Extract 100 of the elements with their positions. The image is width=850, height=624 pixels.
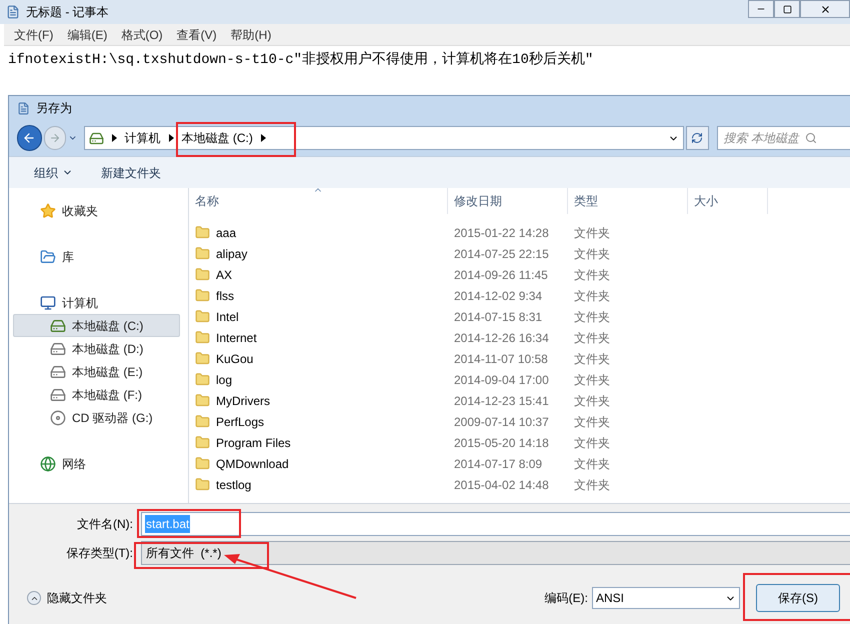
dialog-title: 另存为 [36, 100, 72, 117]
disc-icon [50, 410, 66, 426]
table-cell-text: 文件夹 [573, 392, 611, 410]
file-name[interactable]: log [216, 370, 232, 388]
field-label: 文件名(N): [76, 516, 133, 532]
menu-item[interactable]: 格式(O) [121, 26, 163, 44]
folder-icon [195, 246, 210, 261]
sidebar-item[interactable]: 本地磁盘 (E:) [13, 360, 180, 383]
search-field[interactable]: 搜索 本地磁盘 [716, 126, 850, 150]
drive-icon [50, 318, 66, 334]
refresh-icon [691, 132, 704, 144]
menu-item[interactable]: 查看(V) [176, 26, 217, 44]
folder-icon [195, 414, 210, 429]
file-name[interactable]: KuGou [216, 350, 254, 368]
table-cell-text: 2014-09-26 11:45 [453, 266, 549, 284]
back-button[interactable] [17, 125, 42, 151]
encoding-dropdown[interactable]: ANSI [592, 587, 740, 609]
column-header[interactable]: 类型 [568, 188, 688, 214]
chevron-icon [112, 134, 116, 142]
table-cell-text: 2015-01-22 14:28 [453, 224, 550, 242]
table-cell-text: 文件夹 [573, 266, 611, 284]
file-name[interactable]: PerfLogs [216, 412, 264, 430]
file-name[interactable]: aaa [216, 224, 236, 242]
column-header[interactable]: 名称 [189, 188, 448, 214]
sidebar-item[interactable]: 本地磁盘 (D:) [13, 337, 180, 360]
drive-icon [50, 386, 66, 402]
field-label: 保存类型(T): [65, 544, 133, 562]
collapse-icon [27, 591, 41, 605]
library-icon [40, 248, 56, 264]
folder-icon [195, 351, 210, 366]
file-name[interactable]: Internet [216, 328, 257, 346]
table-cell-text: 文件夹 [573, 456, 611, 472]
file-name[interactable]: QMDownload [216, 454, 289, 472]
menu-item[interactable]: 编辑(E) [67, 26, 108, 44]
folder-icon [195, 477, 210, 492]
notepad-icon [17, 102, 30, 114]
table-cell-text: 2014-11-07 10:58 [453, 350, 549, 368]
sidebar-item[interactable]: 网络 [13, 452, 180, 475]
file-name[interactable]: flss [216, 286, 234, 304]
folder-icon [195, 288, 210, 303]
menu-item[interactable]: 帮助(H) [230, 26, 272, 44]
table-cell-text: 文件夹 [573, 434, 611, 452]
new-folder-button[interactable]: 新建文件夹 [101, 164, 161, 182]
table-cell-text: 文件夹 [573, 414, 611, 430]
chevron-icon [168, 134, 174, 142]
table-cell-text: 2014-09-04 17:00 [453, 372, 550, 388]
table-cell-text: 文件夹 [573, 288, 611, 304]
file-name[interactable]: Program Files [216, 434, 291, 452]
table-cell-text: 2014-07-25 22:15 [453, 246, 550, 262]
drive-icon [88, 130, 104, 146]
address-bar[interactable]: 计算机 本地磁盘 (C:) [84, 126, 684, 150]
table-cell-text: 2015-04-02 14:48 [453, 476, 550, 494]
table-cell-text: 2014-12-26 16:34 [453, 330, 550, 346]
forward-arrow-icon [48, 132, 61, 144]
text-content: ifnotexistH:\sq.txshutdown-s-t10-c″非授权用户不得使用，计算机将在10秒后关机″ [8, 50, 594, 70]
column-header[interactable]: 大小 [688, 188, 768, 214]
sidebar-item[interactable]: 本地磁盘 (F:) [13, 383, 180, 406]
file-name[interactable]: MyDrivers [216, 392, 270, 410]
save-button[interactable]: 保存(S) [756, 584, 840, 612]
file-name[interactable]: alipay [216, 244, 248, 262]
chevron-icon [260, 134, 266, 142]
search-icon [804, 132, 817, 144]
notepad-icon [6, 5, 20, 19]
breadcrumb-item[interactable]: 计算机 [124, 129, 160, 147]
table-cell-text: 2014-07-17 8:09 [453, 456, 544, 472]
maximize-icon [782, 4, 792, 14]
file-name[interactable]: Intel [216, 308, 239, 326]
sidebar-item[interactable]: 本地磁盘 (C:) [13, 314, 180, 337]
refresh-button[interactable] [686, 126, 708, 150]
table-cell-text: 文件夹 [573, 476, 611, 494]
table-cell-text: 2015-05-20 14:18 [453, 434, 550, 452]
file-name[interactable]: testlog [216, 476, 252, 494]
breadcrumb-item[interactable]: 本地磁盘 (C:) [182, 129, 253, 147]
sidebar-item[interactable]: 计算机 [13, 291, 180, 314]
menu-item[interactable]: 文件(F) [14, 26, 54, 44]
close-icon [820, 4, 830, 14]
field-label: 编码(E): [544, 590, 588, 607]
file-type-dropdown[interactable]: 所有文件 (*.*) [141, 540, 850, 564]
table-cell-text: 2014-12-02 9:34 [453, 288, 544, 304]
folder-icon [195, 267, 210, 282]
folder-icon [195, 456, 210, 471]
sidebar-item[interactable]: 收藏夹 [13, 199, 180, 222]
drive-icon [50, 364, 66, 380]
hide-folders-button[interactable]: 隐藏文件夹 [27, 589, 107, 607]
folder-icon [195, 225, 210, 240]
table-cell-text: 文件夹 [573, 308, 611, 326]
folder-icon [195, 372, 210, 387]
column-header[interactable]: 修改日期 [448, 188, 568, 214]
globe-icon [40, 456, 56, 472]
maximize-button[interactable] [774, 0, 800, 18]
table-cell-text: 文件夹 [573, 330, 611, 346]
table-cell-text: 文件夹 [573, 372, 611, 388]
folder-icon [195, 309, 210, 324]
organize-button[interactable]: 组织 [34, 164, 73, 182]
folder-icon [195, 330, 210, 345]
sidebar-item[interactable]: CD 驱动器 (G:) [13, 406, 180, 429]
folder-icon [195, 435, 210, 450]
sidebar-item[interactable]: 库 [13, 245, 180, 268]
drive-icon [50, 340, 66, 356]
file-name[interactable]: AX [216, 266, 232, 284]
